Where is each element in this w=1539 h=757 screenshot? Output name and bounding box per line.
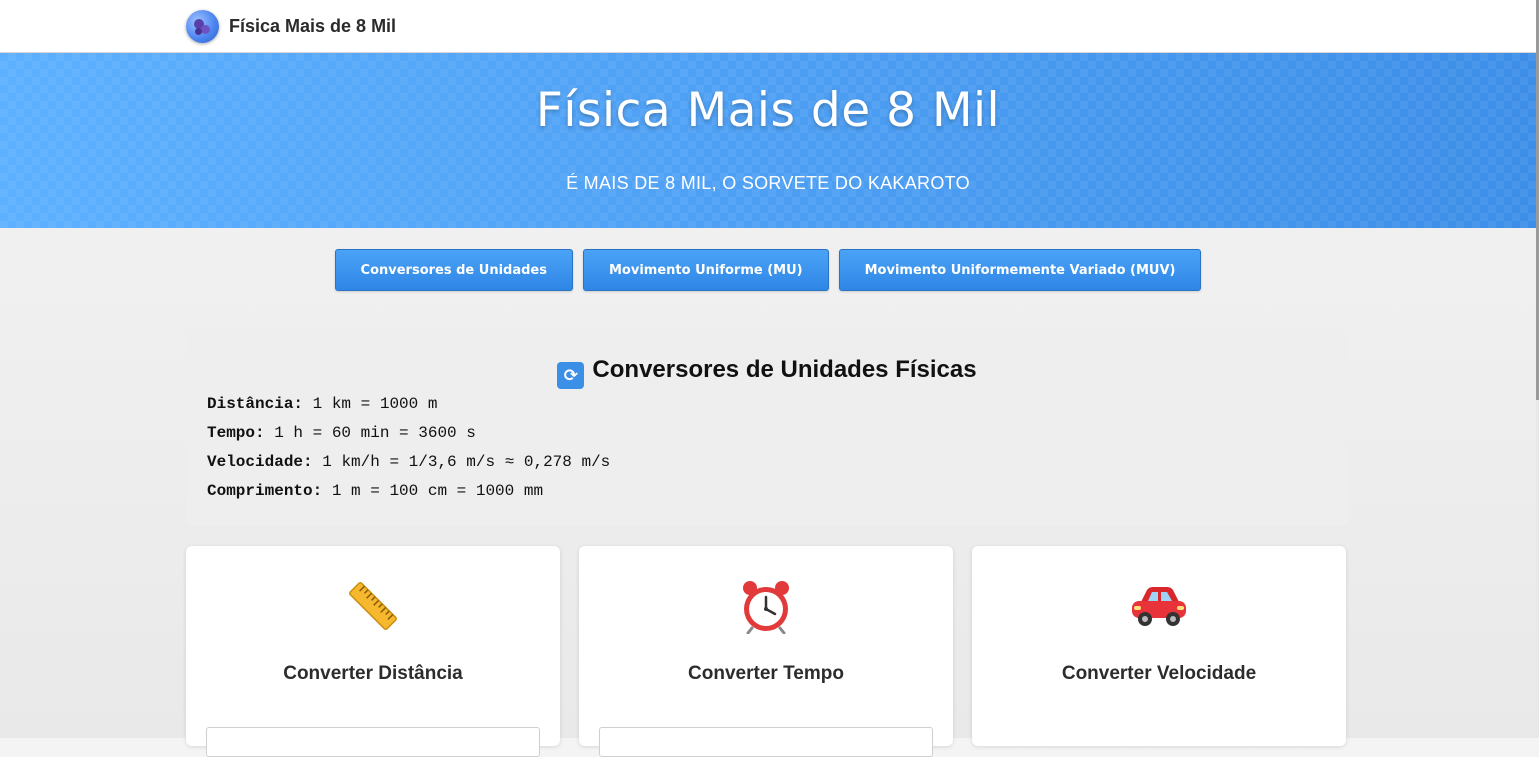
card-title: Converter Tempo xyxy=(688,663,844,684)
time-input[interactable] xyxy=(599,727,933,757)
distance-input[interactable] xyxy=(206,727,540,757)
ruler-icon xyxy=(186,576,560,636)
brand-logo-icon xyxy=(186,9,219,43)
reference-line-distance: Distância: 1 km = 1000 m xyxy=(207,394,610,423)
card-speed-converter: Converter Velocidade xyxy=(972,546,1346,746)
reference-value: 1 h = 60 min = 3600 s xyxy=(274,424,476,442)
reference-value: 1 m = 100 cm = 1000 mm xyxy=(331,482,544,500)
tab-movimento-variado[interactable]: Movimento Uniformemente Variado (MUV) xyxy=(838,249,1202,291)
reference-line-length: Comprimento: 1 m = 100 cm = 1000 mm xyxy=(207,481,610,510)
reference-title-text: Conversores de Unidades Físicas xyxy=(592,356,977,383)
reference-list: Distância: 1 km = 1000 m Tempo: 1 h = 60… xyxy=(207,394,610,510)
car-icon xyxy=(972,576,1346,636)
reference-panel: ⟳ Conversores de Unidades Físicas Distânc… xyxy=(186,330,1348,526)
reference-value: 1 km = 1000 m xyxy=(312,395,438,413)
hero-title: Física Mais de 8 Mil xyxy=(535,83,1001,138)
reference-title: ⟳ Conversores de Unidades Físicas xyxy=(186,356,1348,389)
top-navbar: Física Mais de 8 Mil xyxy=(0,0,1536,53)
alarm-clock-icon xyxy=(579,576,953,636)
hero-banner: Física Mais de 8 Mil É MAIS DE 8 MIL, O … xyxy=(0,53,1536,228)
reference-label: Tempo: xyxy=(207,424,265,442)
arrows-cycle-icon: ⟳ xyxy=(557,362,585,389)
card-title: Converter Velocidade xyxy=(1061,663,1257,684)
tab-conversores[interactable]: Conversores de Unidades xyxy=(334,249,573,291)
card-title: Converter Distância xyxy=(283,663,463,684)
hero-subtitle: É MAIS DE 8 MIL, O SORVETE DO KAKAROTO xyxy=(566,173,970,193)
brand-name: Física Mais de 8 Mil xyxy=(229,15,397,36)
reference-label: Comprimento: xyxy=(207,482,323,500)
card-distance-converter: Converter Distância xyxy=(186,546,560,757)
card-time-converter: Converter Tempo xyxy=(579,546,953,757)
section-tabs: Conversores de Unidades Movimento Unifor… xyxy=(0,249,1536,291)
reference-label: Velocidade: xyxy=(207,453,313,471)
reference-label: Distância: xyxy=(207,395,304,413)
reference-line-time: Tempo: 1 h = 60 min = 3600 s xyxy=(207,423,610,452)
reference-value: 1 km/h = 1/3,6 m/s ≈ 0,278 m/s xyxy=(322,453,611,471)
tab-movimento-uniforme[interactable]: Movimento Uniforme (MU) xyxy=(582,249,829,291)
brand-link[interactable]: Física Mais de 8 Mil xyxy=(186,9,396,43)
reference-line-speed: Velocidade: 1 km/h = 1/3,6 m/s ≈ 0,278 m… xyxy=(207,452,610,481)
